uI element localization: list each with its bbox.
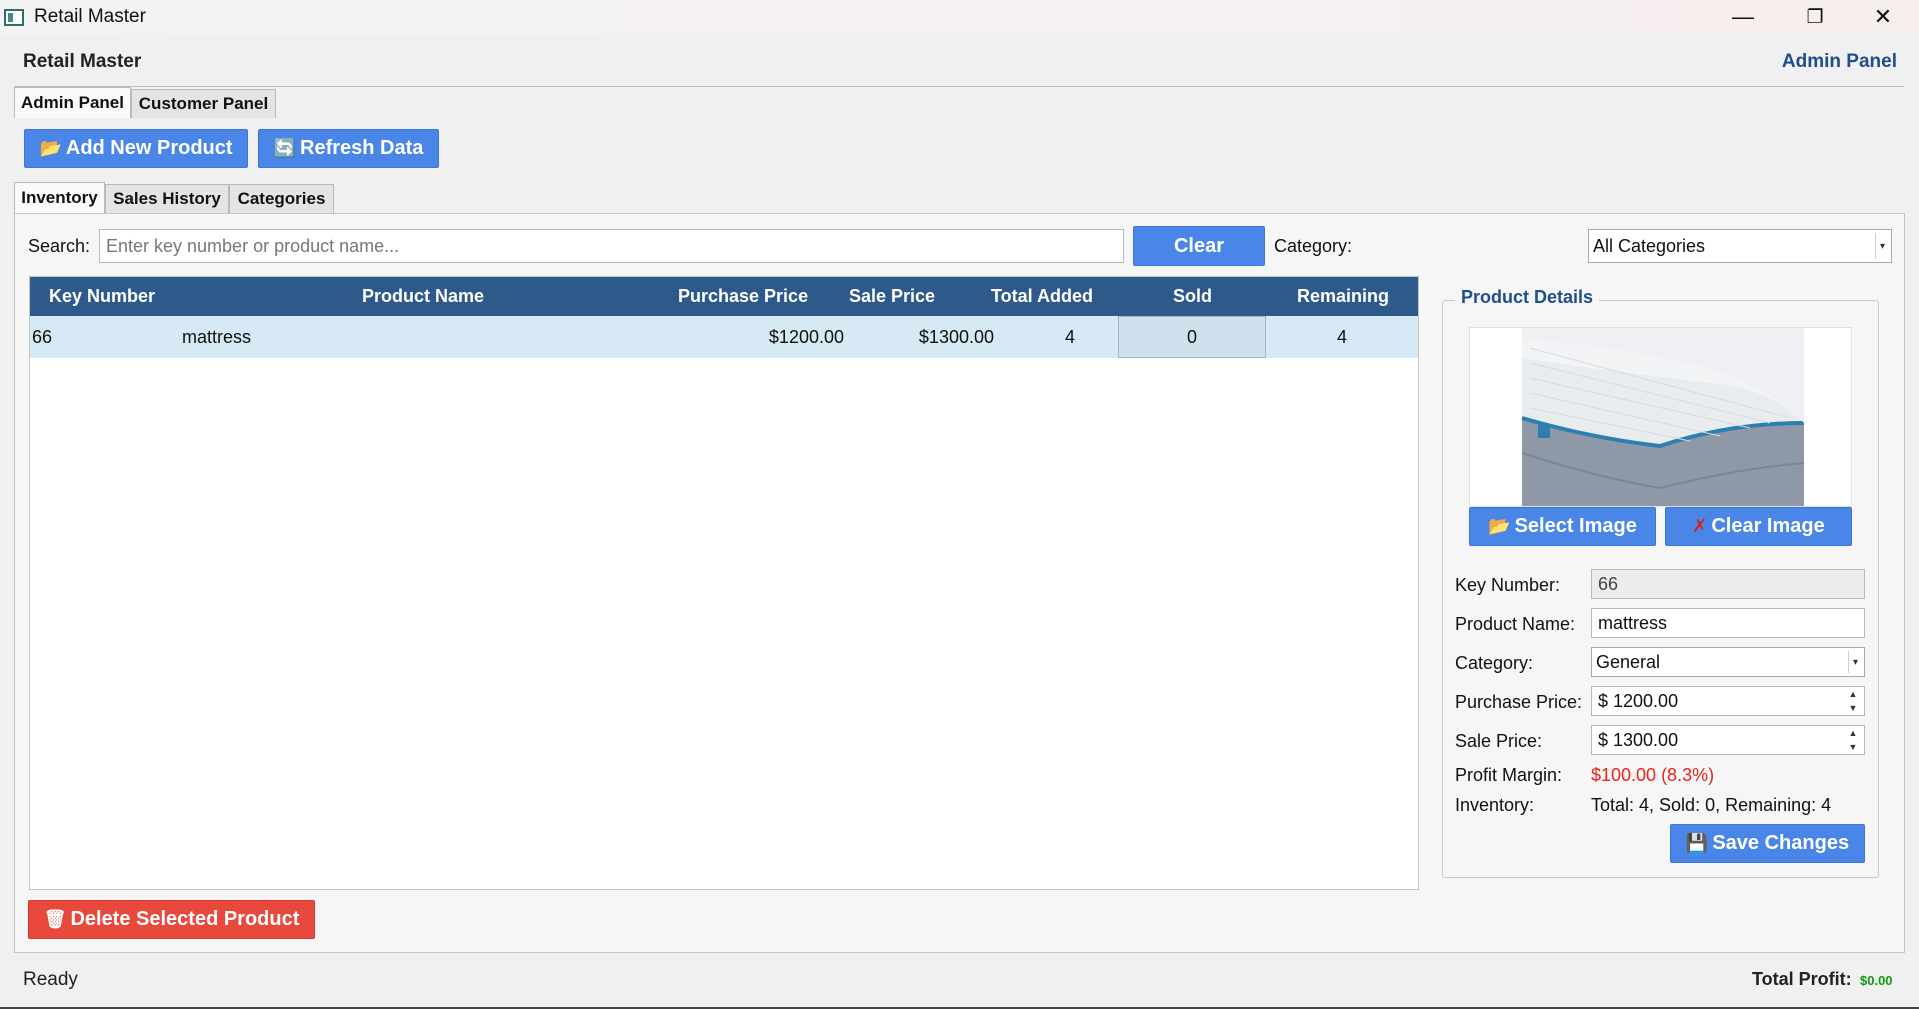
folder-icon: 📂 [1488,516,1511,536]
column-header[interactable]: Remaining [1297,277,1389,316]
sale-price-value: $ 1300.00 [1598,729,1679,750]
key-number-label: Key Number: [1455,575,1561,595]
column-header[interactable]: Purchase Price [678,277,808,316]
cell-key: 66 [32,326,53,347]
column-header[interactable]: Product Name [362,277,484,316]
search-input[interactable]: Enter key number or product name... [99,229,1124,263]
refresh-icon: 🔄 [273,138,297,158]
product-name-label: Product Name: [1455,614,1576,634]
cell-remaining: 4 [1336,326,1347,347]
cell-purchase: $1200.00 [768,326,844,347]
total-profit-value: $0.00 [1860,973,1893,988]
trash-icon: 🗑 [43,909,67,929]
clear-search-button[interactable]: Clear [1133,226,1265,266]
delete-product-button[interactable]: 🗑 Delete Selected Product [28,900,315,939]
app-icon [4,9,24,26]
clear-image-button[interactable]: ✗ Clear Image [1665,507,1852,546]
category-filter-select[interactable]: All Categories ▾ [1588,229,1892,263]
category-filter-value: All Categories [1593,235,1706,256]
column-header[interactable]: Sale Price [849,277,935,316]
tab-sales-history[interactable]: Sales History [105,184,229,213]
folder-add-icon: 📂 [39,138,62,158]
inventory-value: Total: 4, Sold: 0, Remaining: 4 [1591,795,1832,815]
cross-icon: ✗ [1692,516,1708,536]
table-header: Key Number Product Name Purchase Price S… [30,277,1418,316]
clear-image-label: Clear Image [1711,515,1825,537]
column-header[interactable]: Key Number [49,277,155,316]
floppy-disk-icon: 💾 [1685,833,1709,853]
column-header[interactable]: Total Added [991,277,1093,316]
header-divider [14,86,1904,87]
chevron-down-icon: ▾ [1875,233,1889,259]
cell-name: mattress [182,326,252,347]
tab-admin-panel[interactable]: Admin Panel [14,87,131,118]
inventory-table[interactable]: Key Number Product Name Purchase Price S… [29,276,1419,890]
category-select[interactable]: General ▾ [1591,647,1865,677]
column-header[interactable]: Sold [1173,277,1212,316]
sale-price-label: Sale Price: [1455,731,1543,751]
category-filter-label: Category: [1274,236,1353,256]
purchase-price-label: Purchase Price: [1455,692,1583,712]
refresh-data-label: Refresh Data [300,137,424,159]
profit-margin-label: Profit Margin: [1455,765,1563,785]
inventory-label: Inventory: [1455,795,1535,815]
cell-sold: 0 [1118,316,1266,358]
window-title: Retail Master [34,6,146,27]
status-text: Ready [23,969,78,990]
minimize-button[interactable]: — [1707,0,1779,34]
tab-inventory[interactable]: Inventory [14,182,105,213]
purchase-price-spinbox[interactable]: $ 1200.00 ▲ ▼ [1591,686,1865,716]
product-details-title: Product Details [1455,287,1600,308]
select-image-button[interactable]: 📂 Select Image [1469,507,1656,546]
select-image-label: Select Image [1514,515,1637,537]
title-bar [0,0,1919,34]
product-name-field[interactable]: mattress [1591,608,1865,638]
app-header-title: Retail Master [23,51,142,72]
delete-product-label: Delete Selected Product [70,908,300,930]
category-label: Category: [1455,653,1534,673]
spinner-arrows-icon[interactable]: ▲ ▼ [1844,728,1862,752]
add-product-button[interactable]: 📂 Add New Product [24,129,248,168]
profit-margin-value: $100.00 (8.3%) [1591,765,1715,785]
mattress-image [1470,328,1851,506]
add-product-label: Add New Product [65,137,233,159]
category-value: General [1596,651,1661,672]
maximize-button[interactable]: ❐ [1779,0,1851,34]
chevron-down-icon: ▾ [1848,651,1862,673]
product-image [1469,327,1852,507]
panel-label: Admin Panel [1781,51,1897,72]
search-label: Search: [28,236,91,256]
cell-sale: $1300.00 [918,326,994,347]
save-changes-label: Save Changes [1712,832,1850,854]
total-profit-label: Total Profit: [1752,969,1852,989]
tab-customer-panel[interactable]: Customer Panel [131,89,276,118]
table-row[interactable]: 66 mattress $1200.00 $1300.00 4 0 4 [30,316,1418,358]
tab-categories[interactable]: Categories [229,184,334,213]
purchase-price-value: $ 1200.00 [1598,690,1679,711]
close-button[interactable]: ✕ [1847,0,1919,34]
refresh-data-button[interactable]: 🔄 Refresh Data [258,129,439,168]
sale-price-spinbox[interactable]: $ 1300.00 ▲ ▼ [1591,725,1865,755]
spinner-arrows-icon[interactable]: ▲ ▼ [1844,689,1862,713]
key-number-field: 66 [1591,569,1865,599]
save-changes-button[interactable]: 💾 Save Changes [1670,824,1865,863]
